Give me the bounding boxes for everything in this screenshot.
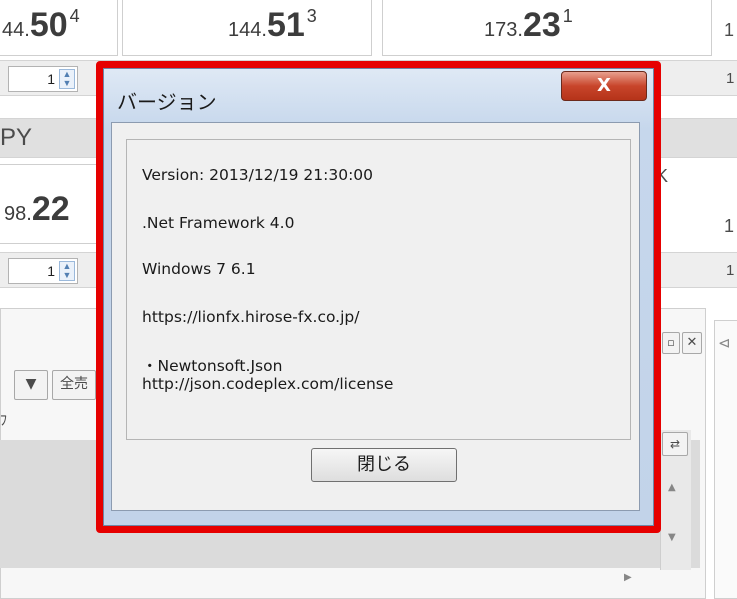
version-line: Version: 2013/12/19 21:30:00 <box>142 166 374 184</box>
close-icon: X <box>597 75 611 96</box>
website-link[interactable]: https://lionfx.hirose-fx.co.jp/ <box>142 308 359 326</box>
dialog-title: バージョン <box>117 90 217 114</box>
dialog-body: Version: 2013/12/19 21:30:00 .Net Framew… <box>111 122 640 511</box>
os-line: Windows 7 6.1 <box>142 260 256 278</box>
license-name: ・Newtonsoft.Json <box>142 357 283 375</box>
version-dialog: バージョン X Version: 2013/12/19 21:30:00 .Ne… <box>103 68 654 526</box>
license-link[interactable]: http://json.codeplex.com/license <box>142 375 393 393</box>
dialog-close-button[interactable]: X <box>561 71 647 101</box>
framework-line: .Net Framework 4.0 <box>142 214 295 232</box>
version-info-box: Version: 2013/12/19 21:30:00 .Net Framew… <box>126 139 631 440</box>
close-dialog-button[interactable]: 閉じる <box>311 448 457 482</box>
